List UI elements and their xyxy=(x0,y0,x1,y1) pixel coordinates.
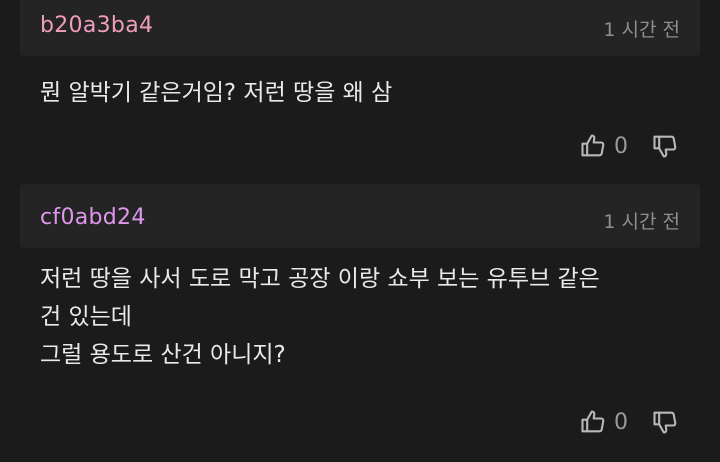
comment-text: 뭔 알박기 같은거임? 저런 땅을 왜 삼 xyxy=(40,74,690,112)
comment-header: b20a3ba4 1 시간 전 xyxy=(20,0,700,56)
comment-text-line: 뭔 알박기 같은거임? 저런 땅을 왜 삼 xyxy=(40,80,393,106)
comment-actions: 0 xyxy=(578,128,680,164)
like-button[interactable] xyxy=(578,407,608,437)
comment-text-line: 그럴 용도로 산건 아니지? xyxy=(40,342,286,368)
thumbs-up-icon xyxy=(581,134,605,157)
thumbs-up-icon xyxy=(581,410,605,433)
comment-timestamp: 1 시간 전 xyxy=(603,19,680,41)
like-button[interactable] xyxy=(578,131,608,161)
comment-text-line: 건 있는데 xyxy=(40,304,132,330)
comment-username[interactable]: cf0abd24 xyxy=(40,205,146,230)
comment-username[interactable]: b20a3ba4 xyxy=(40,13,153,38)
comment-header: cf0abd24 1 시간 전 xyxy=(20,184,700,248)
comment-text-line: 저런 땅을 사서 도로 막고 공장 이랑 쇼부 보는 유투브 같은 xyxy=(40,266,600,292)
like-count: 0 xyxy=(614,409,628,435)
thumbs-down-icon xyxy=(653,135,677,158)
dislike-button[interactable] xyxy=(650,131,680,161)
thumbs-down-icon xyxy=(653,411,677,434)
comment-actions: 0 xyxy=(578,404,680,440)
comment-timestamp: 1 시간 전 xyxy=(603,211,680,233)
dislike-button[interactable] xyxy=(650,407,680,437)
like-count: 0 xyxy=(614,133,628,159)
comment-text: 저런 땅을 사서 도로 막고 공장 이랑 쇼부 보는 유투브 같은 건 있는데 … xyxy=(40,260,690,374)
